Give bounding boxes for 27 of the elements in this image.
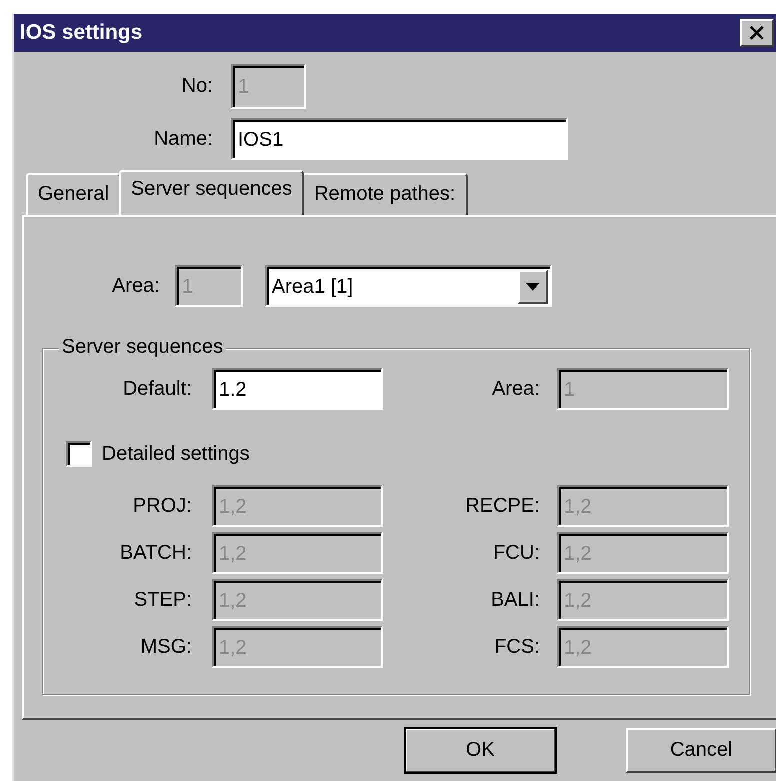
tab[interactable]: Server sequences [119, 170, 304, 215]
field-label: BALI: [490, 588, 540, 612]
close-button[interactable] [740, 19, 774, 47]
field-label: Name: [153, 128, 213, 150]
field-label: PROJ: [132, 494, 192, 518]
group-title: Server sequences [59, 336, 226, 359]
field-label: No: [180, 75, 213, 98]
field-label: Default: [122, 378, 192, 400]
checkbox[interactable] [66, 441, 92, 467]
close-icon [748, 25, 766, 41]
caret-icon [526, 283, 540, 291]
checkbox-label: Detailed settings [102, 442, 250, 466]
cancel-button[interactable]: Cancel [626, 728, 776, 773]
field-label: RECPE: [464, 494, 540, 518]
dropdown-button[interactable] [518, 270, 548, 304]
window-title: IOS settings [20, 21, 143, 45]
field-label: Area: [111, 274, 160, 298]
field-label: FCS: [493, 636, 540, 658]
default-field[interactable]: 1.2 [212, 368, 383, 410]
field-label: STEP: [133, 588, 192, 612]
name-field[interactable]: IOS1 [231, 118, 568, 160]
field-label: MSG: [140, 636, 192, 658]
tab[interactable]: Remote pathes: [302, 173, 468, 215]
field-label: FCU: [492, 542, 540, 564]
field-label: BATCH: [119, 542, 192, 564]
field-label: Area: [491, 378, 540, 400]
ok-button[interactable]: OK [405, 728, 556, 773]
